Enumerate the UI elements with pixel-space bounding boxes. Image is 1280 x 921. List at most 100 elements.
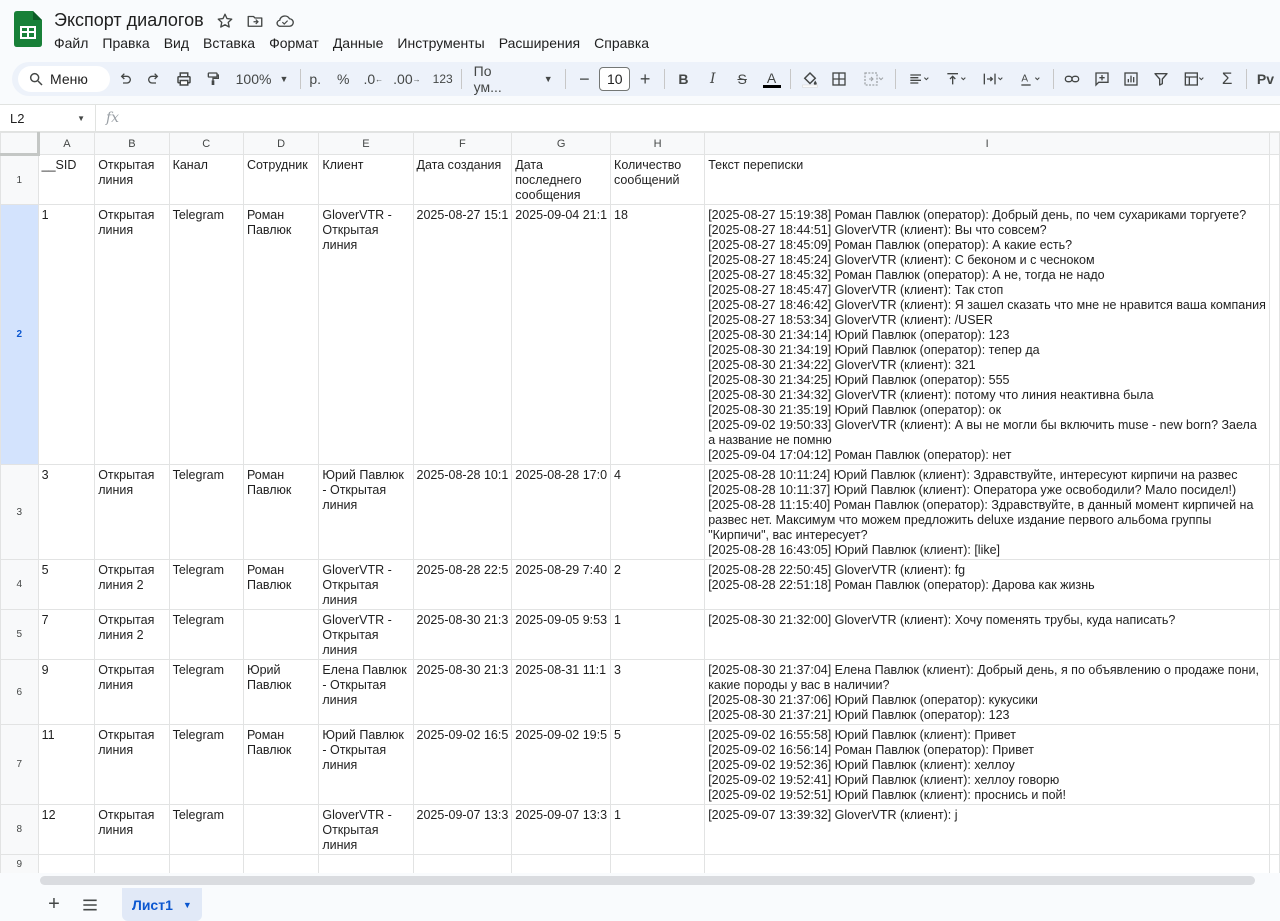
cell[interactable] [1269, 204, 1280, 465]
horizontal-align-icon[interactable] [900, 65, 937, 93]
cell[interactable]: __SID [37, 154, 96, 205]
cell[interactable]: Клиент [318, 154, 414, 205]
undo-icon[interactable] [110, 65, 139, 93]
zoom-select[interactable]: 100% ▼ [228, 71, 297, 87]
row-header[interactable]: 1 [0, 154, 39, 205]
cell[interactable]: Telegram [168, 659, 244, 725]
font-family-select[interactable]: По ум... ▼ [466, 63, 561, 95]
cell[interactable]: [2025-08-30 21:37:04] Елена Павлюк (клие… [704, 659, 1271, 725]
row-header[interactable]: 3 [0, 464, 39, 560]
row-header[interactable]: 6 [0, 659, 39, 725]
select-all-corner[interactable] [0, 132, 40, 156]
cell[interactable]: 5 [610, 724, 706, 805]
functions-icon[interactable]: Σ [1212, 65, 1241, 93]
cell[interactable]: 2025-08-29 7:40 [511, 559, 612, 610]
cell[interactable]: Telegram [168, 464, 244, 560]
name-box[interactable]: L2 ▼ [0, 105, 96, 131]
menu-file[interactable]: Файл [47, 33, 95, 53]
cell[interactable]: 2025-09-07 13:3 [511, 804, 612, 855]
column-header-f[interactable]: F [412, 132, 513, 155]
cell[interactable] [1269, 609, 1280, 660]
percent-format-button[interactable]: % [333, 65, 353, 93]
bold-icon[interactable]: B [669, 65, 698, 93]
cell[interactable] [511, 854, 612, 873]
currency-format-button[interactable]: р. [305, 65, 325, 93]
add-sheet-icon[interactable]: + [36, 890, 72, 920]
cell[interactable] [1269, 854, 1280, 873]
cell[interactable] [242, 609, 320, 660]
filter-icon[interactable] [1146, 65, 1175, 93]
decrease-decimal-button[interactable]: .0 ← [359, 65, 387, 93]
cell[interactable]: GloverVTR - Открытая линия [318, 559, 414, 610]
cell[interactable]: GloverVTR - Открытая линия [318, 204, 414, 465]
cell[interactable] [318, 854, 414, 873]
merge-cells-icon[interactable] [854, 65, 891, 93]
cell[interactable]: 2025-09-07 13:3 [412, 804, 513, 855]
cell[interactable]: 18 [610, 204, 706, 465]
column-header-b[interactable]: B [94, 132, 170, 155]
menu-data[interactable]: Данные [326, 33, 391, 53]
row-header[interactable]: 2 [0, 204, 39, 465]
row-header[interactable]: 8 [0, 804, 39, 855]
cell[interactable]: 2025-08-27 15:1 [412, 204, 513, 465]
font-size-input[interactable]: 10 [599, 67, 631, 91]
document-title[interactable]: Экспорт диалогов [54, 10, 204, 31]
menu-edit[interactable]: Правка [95, 33, 156, 53]
text-wrap-icon[interactable] [974, 65, 1011, 93]
cell[interactable]: 2025-09-04 21:1 [511, 204, 612, 465]
cell[interactable] [1269, 464, 1280, 560]
cell[interactable]: 5 [37, 559, 96, 610]
cell[interactable] [1269, 559, 1280, 610]
cell[interactable]: 11 [37, 724, 96, 805]
column-header-d[interactable]: D [242, 132, 320, 155]
borders-icon[interactable] [825, 65, 854, 93]
menu-insert[interactable]: Вставка [196, 33, 262, 53]
text-color-icon[interactable]: A [757, 65, 786, 93]
cell[interactable]: Telegram [168, 204, 244, 465]
cell[interactable]: 2025-08-28 17:0 [511, 464, 612, 560]
cell[interactable]: 2025-08-28 22:5 [412, 559, 513, 610]
cell[interactable] [1269, 154, 1280, 205]
star-icon[interactable] [215, 11, 235, 31]
cell[interactable] [704, 854, 1271, 873]
cell[interactable]: GloverVTR - Открытая линия [318, 804, 414, 855]
cell[interactable]: Открытая линия [94, 204, 170, 465]
cell[interactable]: Юрий Павлюк [242, 659, 320, 725]
column-header-g[interactable]: G [511, 132, 612, 155]
cell[interactable]: 3 [37, 464, 96, 560]
cell[interactable]: Открытая линия [94, 659, 170, 725]
cell[interactable]: Telegram [168, 804, 244, 855]
cell[interactable]: [2025-08-27 15:19:38] Роман Павлюк (опер… [704, 204, 1271, 465]
move-to-folder-icon[interactable] [245, 11, 265, 31]
cell[interactable]: Telegram [168, 609, 244, 660]
cell[interactable]: [2025-09-02 16:55:58] Юрий Павлюк (клиен… [704, 724, 1271, 805]
column-header-i[interactable]: I [704, 132, 1271, 155]
cell[interactable]: 2025-09-05 9:53 [511, 609, 612, 660]
cell[interactable]: Открытая линия 2 [94, 559, 170, 610]
print-icon[interactable] [169, 65, 198, 93]
cell[interactable] [610, 854, 706, 873]
input-tools-icon[interactable]: Рv [1251, 65, 1280, 93]
menu-extensions[interactable]: Расширения [492, 33, 587, 53]
cloud-status-icon[interactable] [275, 11, 295, 31]
cell[interactable]: 3 [610, 659, 706, 725]
cell[interactable] [1269, 724, 1280, 805]
italic-icon[interactable]: I [698, 65, 727, 93]
row-header[interactable]: 5 [0, 609, 39, 660]
cell[interactable]: Открытая линия [94, 804, 170, 855]
row-header[interactable]: 7 [0, 724, 39, 805]
cell[interactable]: Дата создания [412, 154, 513, 205]
cell[interactable]: 2025-08-30 21:3 [412, 659, 513, 725]
paint-format-icon[interactable] [198, 65, 227, 93]
vertical-align-icon[interactable] [937, 65, 974, 93]
cell[interactable]: 2025-08-30 21:3 [412, 609, 513, 660]
cell[interactable] [242, 854, 320, 873]
insert-comment-icon[interactable] [1087, 65, 1116, 93]
row-header[interactable]: 9 [0, 854, 39, 873]
cell[interactable]: [2025-08-28 10:11:24] Юрий Павлюк (клиен… [704, 464, 1271, 560]
increase-decimal-button[interactable]: .00 → [389, 65, 424, 93]
menu-view[interactable]: Вид [157, 33, 196, 53]
cell[interactable] [1269, 659, 1280, 725]
column-header-h[interactable]: H [610, 132, 706, 155]
horizontal-scrollbar[interactable] [40, 876, 1255, 885]
